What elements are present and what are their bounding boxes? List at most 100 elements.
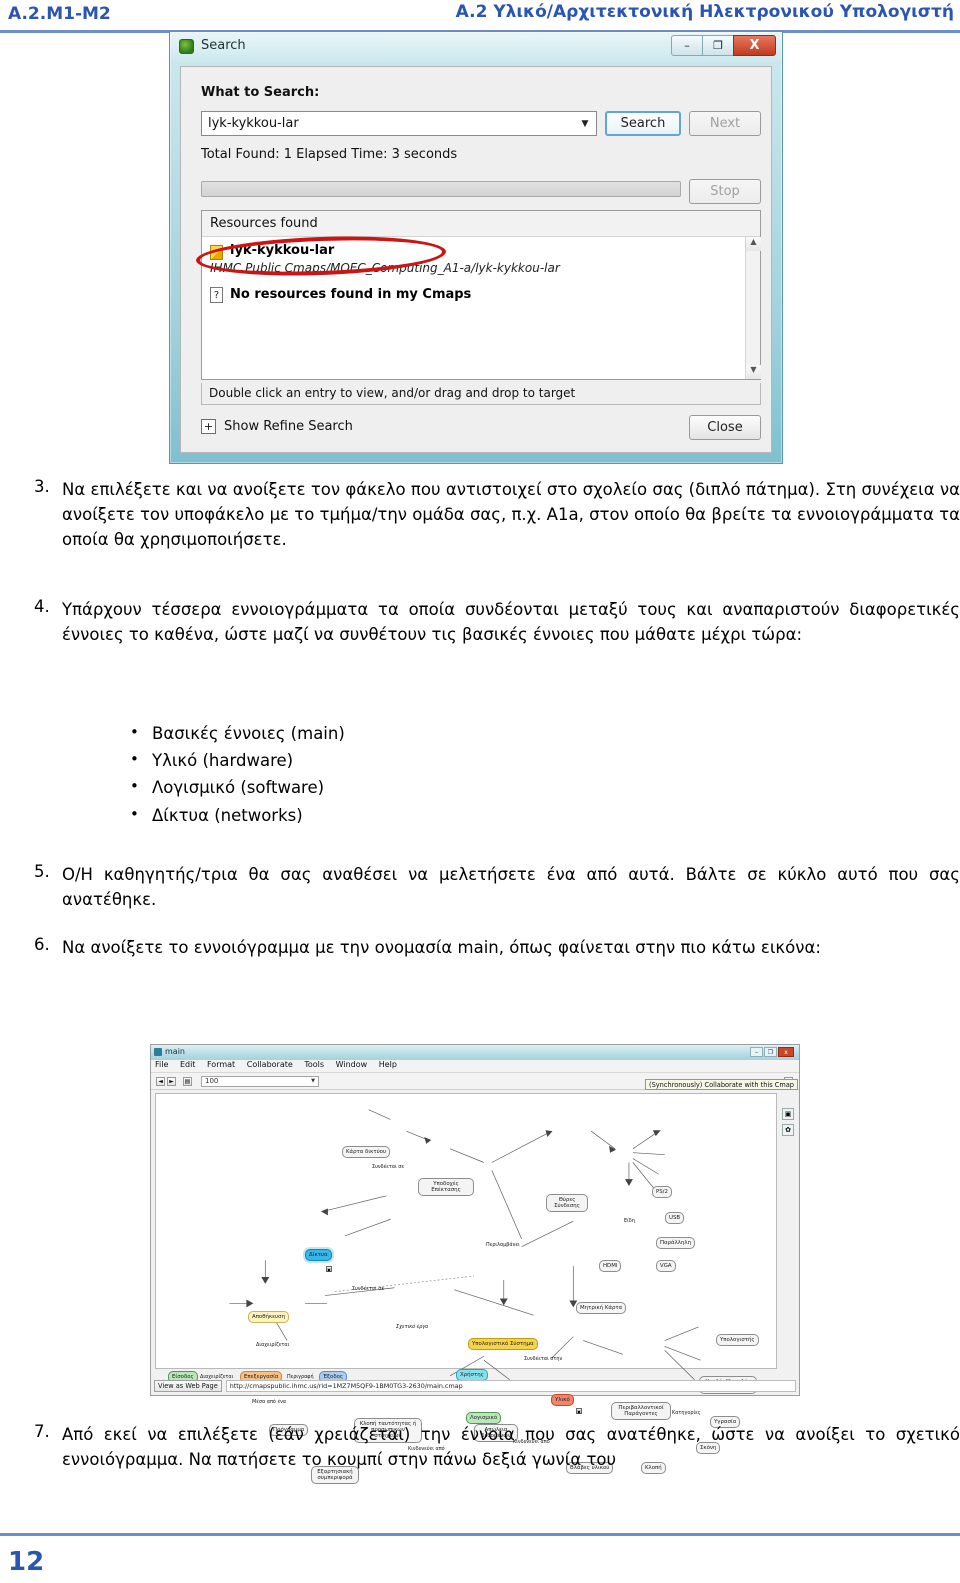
link-label: Κατηγορίες bbox=[672, 1410, 701, 1416]
plus-icon[interactable]: + bbox=[201, 419, 216, 434]
node-apothikefsi[interactable]: Αποθήκευση bbox=[248, 1311, 289, 1324]
page-number: 12 bbox=[8, 1547, 45, 1577]
list-item: Υλικό (hardware) bbox=[130, 747, 345, 774]
cmap-minimize-icon[interactable]: – bbox=[750, 1047, 763, 1057]
link-label: Σχετικό έργο bbox=[396, 1324, 429, 1330]
cmap-globe-icon bbox=[179, 39, 194, 54]
node-diktya[interactable]: Δίκτυα bbox=[305, 1249, 332, 1262]
list-item: Δίκτυα (networks) bbox=[130, 802, 345, 829]
cmap-app-icon bbox=[154, 1048, 162, 1056]
info-icon[interactable]: ✿ bbox=[782, 1124, 794, 1136]
search-input[interactable]: lyk-kykkou-lar bbox=[202, 116, 574, 131]
menu-help[interactable]: Help bbox=[379, 1060, 397, 1069]
link-label: Συνδέεται στην bbox=[524, 1356, 563, 1362]
close-button[interactable]: Close bbox=[689, 415, 761, 440]
search-dialog-body: What to Search: lyk-kykkou-lar ▼ Search … bbox=[180, 66, 772, 453]
what-to-search-label: What to Search: bbox=[201, 85, 320, 100]
link-label: Περιλαμβάνει bbox=[486, 1242, 520, 1248]
results-scrollbar[interactable]: ▲ ▼ bbox=[745, 237, 761, 379]
list-item: Λογισμικό (software) bbox=[130, 774, 345, 801]
cmap-file-icon bbox=[210, 245, 223, 260]
step-4-number: 4. bbox=[34, 597, 50, 616]
cmap-title: main bbox=[165, 1047, 185, 1056]
node-handle-icon[interactable]: ▣ bbox=[576, 1408, 582, 1414]
header-code: A.2.M1-M2 bbox=[8, 4, 111, 24]
cmap-right-toolbar[interactable]: ▣ ✿ bbox=[778, 1090, 799, 1371]
search-status-text: Total Found: 1 Elapsed Time: 3 seconds bbox=[201, 147, 458, 162]
maximize-icon[interactable]: ❐ bbox=[702, 35, 733, 56]
minimize-icon[interactable]: – bbox=[671, 35, 702, 56]
link-label: Συνδέεται σε bbox=[352, 1286, 385, 1292]
zoom-level-input[interactable]: 100 ▼ bbox=[201, 1076, 319, 1087]
result-name[interactable]: lyk-kykkou-lar bbox=[230, 243, 334, 258]
menu-collaborate[interactable]: Collaborate bbox=[247, 1060, 293, 1069]
node-ypologistiko-systima[interactable]: Υπολογιστικό Σύστημα bbox=[468, 1338, 538, 1351]
node-ypologistis[interactable]: Υπολογιστής bbox=[716, 1334, 759, 1347]
menu-window[interactable]: Window bbox=[336, 1060, 368, 1069]
step-5-number: 5. bbox=[34, 862, 50, 881]
step-7-number: 7. bbox=[34, 1422, 50, 1441]
results-hint: Double click an entry to view, and/or dr… bbox=[201, 383, 761, 405]
step-3-number: 3. bbox=[34, 477, 50, 496]
node-thyres[interactable]: Θύρες Σύνδεσης bbox=[546, 1194, 588, 1213]
step-7-text: Από εκεί να επιλέξετε (εάν χρειάζεται) τ… bbox=[62, 1425, 960, 1470]
no-resources-text: No resources found in my Cmaps bbox=[230, 287, 472, 302]
node-hdmi[interactable]: HDMI bbox=[599, 1260, 622, 1273]
print-icon[interactable]: ▤ bbox=[183, 1077, 192, 1086]
search-dialog-screenshot: Search – ❐ X What to Search: lyk-kykkou-… bbox=[169, 31, 783, 464]
stop-button[interactable]: Stop bbox=[689, 179, 761, 204]
node-parallili[interactable]: Παράλληλη bbox=[656, 1237, 695, 1250]
search-button[interactable]: Search bbox=[605, 111, 681, 136]
node-yliko[interactable]: Υλικό bbox=[551, 1394, 574, 1407]
scroll-down-icon[interactable]: ▼ bbox=[746, 365, 761, 379]
search-dialog-title: Search bbox=[201, 38, 246, 53]
link-label: Διαχειρίζεται bbox=[256, 1342, 290, 1348]
chevron-down-icon[interactable]: ▼ bbox=[311, 1078, 315, 1084]
view-as-web-page-button[interactable]: View as Web Page bbox=[154, 1379, 222, 1392]
cmap-canvas[interactable]: Κάρτα δικτύου Υποδοχές Επέκτασης Θύρες Σ… bbox=[155, 1093, 777, 1485]
forward-arrow-icon[interactable]: ► bbox=[167, 1077, 176, 1086]
cmap-statusbar: View as Web Page http://cmapspublic.ihmc… bbox=[154, 1379, 796, 1392]
concept-map-list: Βασικές έννοιες (main) Υλικό (hardware) … bbox=[130, 720, 345, 829]
show-refine-search[interactable]: + Show Refine Search bbox=[201, 419, 353, 434]
header-title: A.2 Υλικό/Αρχιτεκτονική Ηλεκτρονικού Υπο… bbox=[455, 2, 954, 22]
menu-format[interactable]: Format bbox=[207, 1060, 235, 1069]
cmap-close-icon[interactable]: x bbox=[778, 1047, 794, 1057]
node-ps2[interactable]: PS/2 bbox=[652, 1186, 672, 1199]
menu-file[interactable]: File bbox=[155, 1060, 168, 1069]
results-list[interactable]: Resources found ▲ ▼ lyk-kykkou-lar IHMC … bbox=[201, 210, 761, 380]
node-vga[interactable]: VGA bbox=[656, 1260, 676, 1273]
node-perivallontikoi[interactable]: Περιβαλλοντικοί Παράγοντες bbox=[611, 1402, 671, 1421]
step-4-text: Υπάρχουν τέσσερα εννοιογράμματα τα οποία… bbox=[62, 600, 960, 645]
node-mitriki[interactable]: Μητρική Κάρτα bbox=[576, 1302, 627, 1315]
zoom-value[interactable]: 100 bbox=[205, 1077, 218, 1085]
cmap-menubar[interactable]: File Edit Format Collaborate Tools Windo… bbox=[151, 1060, 799, 1073]
search-query-combobox[interactable]: lyk-kykkou-lar ▼ bbox=[201, 111, 597, 136]
node-handle-icon[interactable]: ▣ bbox=[326, 1266, 332, 1272]
step-6-number: 6. bbox=[34, 935, 50, 954]
window-buttons: – ❐ X bbox=[671, 35, 776, 56]
collaborate-tooltip: (Synchronously) Collaborate with this Cm… bbox=[645, 1079, 798, 1090]
refine-label[interactable]: Show Refine Search bbox=[224, 419, 353, 434]
step-5-text: Ο/Η καθηγητής/τρια θα σας αναθέσει να με… bbox=[62, 865, 960, 910]
close-icon[interactable]: X bbox=[733, 35, 776, 56]
notes-icon[interactable]: ▣ bbox=[782, 1108, 794, 1120]
scroll-up-icon[interactable]: ▲ bbox=[746, 237, 761, 251]
cmap-titlebar: main – ❐ x bbox=[151, 1045, 799, 1060]
chevron-down-icon[interactable]: ▼ bbox=[574, 119, 596, 129]
node-usb[interactable]: USB bbox=[665, 1212, 685, 1225]
search-progress-bar bbox=[201, 181, 681, 197]
back-arrow-icon[interactable]: ◄ bbox=[156, 1077, 165, 1086]
menu-tools[interactable]: Tools bbox=[304, 1060, 324, 1069]
link-label: Συνδέεται σε bbox=[372, 1164, 405, 1170]
next-button[interactable]: Next bbox=[689, 111, 761, 136]
footer-divider bbox=[0, 1533, 960, 1536]
node-ypodoxes[interactable]: Υποδοχές Επέκτασης bbox=[418, 1178, 474, 1197]
cmap-url-field[interactable]: http://cmapspublic.ihmc.us/rid=1MZ7M5QF9… bbox=[225, 1379, 796, 1392]
node-karta-diktyou[interactable]: Κάρτα δικτύου bbox=[342, 1146, 391, 1159]
cmap-window-screenshot: main – ❐ x File Edit Format Collaborate … bbox=[150, 1044, 800, 1485]
step-6-text: Να ανοίξετε το εννοιόγραμμα με την ονομα… bbox=[62, 938, 821, 957]
list-item: Βασικές έννοιες (main) bbox=[130, 720, 345, 747]
menu-edit[interactable]: Edit bbox=[180, 1060, 196, 1069]
cmap-maximize-icon[interactable]: ❐ bbox=[764, 1047, 777, 1057]
